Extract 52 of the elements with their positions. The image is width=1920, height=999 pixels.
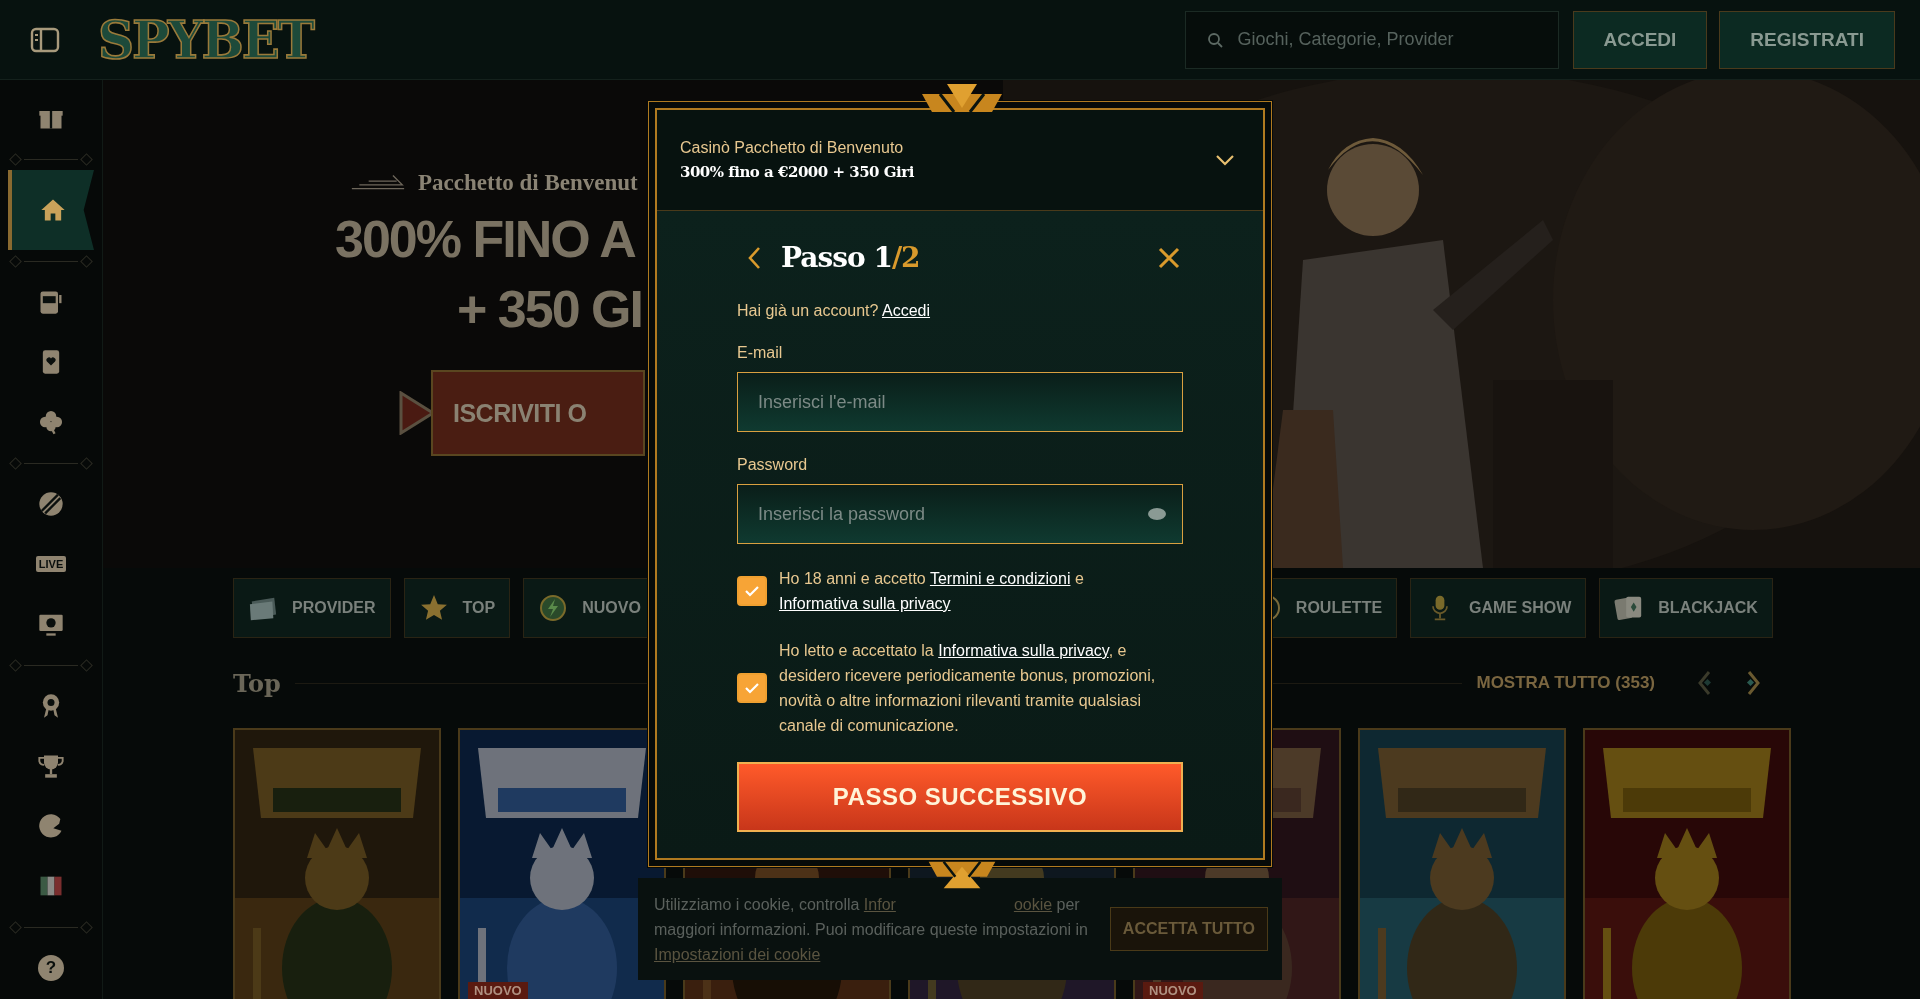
step-title: Passo 1/2 [781, 241, 921, 274]
offer-subtitle: 300% fino a €2000 + 350 Giri [680, 163, 915, 181]
new-badge: NUOVO [468, 982, 528, 999]
password-field[interactable]: Inserisci la password [737, 484, 1183, 544]
help-nav-item[interactable]: ? [8, 938, 94, 998]
offer-title: Casinò Pacchetto di Benvenuto [680, 139, 905, 157]
hero-headline: + 350 GI [457, 279, 642, 340]
category-tab[interactable]: BLACKJACK [1599, 578, 1773, 638]
login-link[interactable]: Accedi [882, 302, 931, 319]
policy-link[interactable]: Termini e condizioni [929, 570, 1071, 587]
accept-all-button[interactable]: ACCETTA TUTTO [1109, 907, 1268, 951]
consent-checkbox[interactable] [737, 576, 767, 606]
cookie-link[interactable]: Infor [863, 895, 896, 913]
next-step-button[interactable]: PASSO SUCCESSIVO [737, 762, 1183, 832]
email-field[interactable]: Inserisci l'e-mail [737, 372, 1183, 432]
consent-checkbox[interactable] [737, 673, 767, 703]
section-title: Top [233, 668, 281, 698]
check-icon [744, 585, 760, 597]
check-icon [744, 682, 760, 694]
search-field[interactable]: Giochi, Categorie, Provider [1184, 10, 1559, 69]
ball-icon [37, 490, 65, 518]
search-icon [1206, 31, 1223, 48]
consent-text: Ho letto e accettato la Informativa sulla privacy, e desidero ricevere periodicamente bonus, promozioni, novità o altre informazioni rilevanti tramite qualsiasi canale di comunicazione. [779, 641, 1157, 736]
policy-link[interactable]: Informativa sulla privacy [779, 595, 951, 612]
login-prompt: Hai già un account? Accedi [737, 302, 932, 320]
category-tab[interactable]: GAME SHOW [1410, 578, 1587, 638]
category-tab[interactable]: TOP [403, 578, 511, 638]
cookie-link[interactable]: Impostazioni dei cookie [654, 945, 821, 963]
back-icon[interactable] [747, 245, 761, 270]
hero-kicker: Pacchetto di Benvenut [418, 170, 638, 196]
chevron-icon[interactable] [1215, 154, 1235, 166]
hero-headline: 300% FINO A [335, 209, 635, 270]
new-badge: NUOVO [1143, 982, 1203, 999]
cookie-link[interactable]: ookie [1013, 895, 1053, 913]
show-all-link[interactable]: MOSTRA TUTTO (353) [1476, 673, 1667, 693]
consent-text: Ho 18 anni e accetto Termini e condizioni e Informativa sulla privacy [779, 569, 1085, 614]
offer-header[interactable]: Casinò Pacchetto di Benvenuto 300% fino a €2000 + 350 Giri [657, 110, 1263, 211]
cookie-notice: Utilizziamo i cookie, controlla Infor ookie per maggiori informazioni. Puoi modificare queste impostazioni in Impostazioni dei cookie [654, 894, 1089, 965]
lightning-icon [538, 594, 569, 622]
category-tab[interactable]: PROVIDER [233, 578, 391, 638]
home-nav-item[interactable] [8, 170, 94, 250]
register-button[interactable]: REGISTRATI [1719, 10, 1895, 69]
policy-link[interactable]: Informativa sulla privacy [938, 642, 1109, 659]
signup-button[interactable]: ISCRIVITI O [431, 370, 645, 456]
clover-icon [37, 408, 65, 436]
live-nav-item[interactable]: LIVE [8, 534, 94, 594]
field-label: Password [737, 456, 809, 474]
sidebar-toggle-icon[interactable] [30, 26, 60, 53]
eye-icon[interactable] [1147, 507, 1167, 521]
field-label: E-mail [737, 344, 784, 362]
close-icon[interactable] [1157, 245, 1181, 270]
login-button[interactable]: ACCEDI [1572, 10, 1708, 69]
